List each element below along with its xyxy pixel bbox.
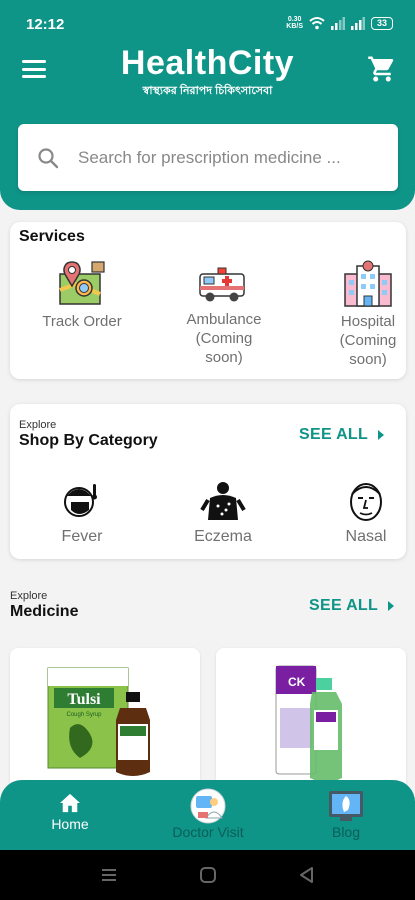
home-icon — [60, 793, 80, 813]
service-track-order[interactable]: Track Order — [38, 260, 126, 331]
medicine-see-all-link[interactable]: SEE ALL — [309, 597, 395, 615]
brand-tagline: স্বাস্থ্যকর নিরাপদ চিকিৎসাসেবা — [142, 85, 273, 97]
status-bar: 12:12 0.30 KB/S 33 — [0, 0, 415, 46]
brand-title: HealthCity — [120, 44, 295, 82]
search-bar[interactable] — [18, 124, 398, 191]
see-all-label: SEE ALL — [299, 426, 369, 443]
nav-blog[interactable]: Blog — [318, 788, 374, 840]
chevron-right-icon — [388, 600, 395, 611]
blog-icon — [329, 791, 363, 821]
status-time: 12:12 — [26, 16, 65, 33]
service-label-line2: (Coming — [339, 332, 397, 349]
category-fever[interactable]: Fever — [54, 480, 110, 546]
system-nav-bar — [0, 850, 415, 900]
service-label-line3: soon) — [349, 351, 387, 368]
brand: HealthCity স্বাস্থ্যকর নিরাপদ চিকিৎসাসেব… — [0, 44, 415, 101]
recent-apps-icon[interactable] — [100, 866, 118, 884]
signal-icon — [331, 16, 345, 30]
category-card: Explore Shop By Category SEE ALL Fever E… — [10, 404, 406, 559]
category-label: Fever — [61, 528, 103, 545]
nav-label: Doctor Visit — [172, 824, 244, 840]
product-image: CK — [275, 665, 342, 782]
category-eczema[interactable]: Eczema — [188, 480, 258, 546]
cart-icon[interactable] — [367, 54, 397, 84]
product-image: Tulsi Cough Syrup — [47, 667, 150, 776]
doctor-icon — [190, 788, 226, 824]
category-label: Nasal — [345, 528, 387, 545]
network-speed: 0.30 KB/S — [286, 16, 303, 30]
service-label-line1: Ambulance — [186, 311, 262, 328]
eczema-icon — [200, 482, 246, 520]
product-card[interactable]: CK — [216, 648, 406, 798]
search-input[interactable] — [78, 147, 378, 168]
bottom-navigation: Home Doctor Visit Blog — [0, 780, 415, 850]
nav-doctor-visit[interactable]: Doctor Visit — [166, 788, 250, 840]
fever-icon — [64, 484, 97, 517]
network-speed-unit: KB/S — [286, 23, 303, 30]
service-hospital[interactable]: Hospital (Coming soon) — [332, 260, 404, 369]
services-title: Services — [19, 228, 85, 245]
service-label-line2: (Coming — [195, 330, 253, 347]
nasal-icon — [350, 483, 382, 521]
category-title: Shop By Category — [19, 432, 158, 449]
service-label: Hospital (Coming soon) — [332, 312, 404, 369]
product-brand-text: CK — [288, 675, 306, 689]
product-brand-text: Tulsi — [67, 691, 101, 708]
battery-icon: 33 — [371, 16, 393, 30]
back-icon[interactable] — [298, 866, 316, 884]
explore-label: Explore — [19, 419, 57, 431]
nav-label: Blog — [331, 824, 361, 840]
service-label-line3: soon) — [205, 349, 243, 366]
status-icons: 0.30 KB/S 33 — [286, 16, 393, 30]
category-nasal[interactable]: Nasal — [342, 480, 390, 546]
nav-label: Home — [51, 816, 89, 832]
chevron-right-icon — [378, 429, 385, 440]
wifi-icon — [309, 17, 325, 30]
app-header: 12:12 0.30 KB/S 33 HealthCity স্বাস্থ্যক… — [0, 0, 415, 210]
service-label: Track Order — [42, 313, 122, 330]
network-speed-value: 0.30 — [287, 16, 302, 23]
service-label-line1: Hospital — [340, 313, 396, 330]
service-ambulance[interactable]: Ambulance (Coming soon) — [178, 264, 270, 367]
services-card: Services Track Order Ambulance (Coming s… — [10, 222, 406, 379]
map-pin-icon — [59, 261, 105, 305]
service-label: Ambulance (Coming soon) — [178, 310, 270, 367]
medicine-title: Medicine — [10, 603, 79, 620]
search-icon — [38, 147, 59, 168]
category-see-all-link[interactable]: SEE ALL — [299, 426, 385, 444]
home-button-icon[interactable] — [199, 866, 217, 884]
nav-home[interactable]: Home — [40, 790, 100, 832]
product-card[interactable]: Tulsi Cough Syrup — [10, 648, 200, 798]
medicine-explore-label: Explore — [10, 590, 48, 602]
signal-icon-2 — [351, 16, 365, 30]
product-sub-text: Cough Syrup — [66, 712, 102, 718]
category-label: Eczema — [194, 528, 252, 545]
ambulance-icon — [199, 267, 245, 302]
hospital-icon — [344, 260, 392, 307]
see-all-label: SEE ALL — [309, 597, 379, 614]
